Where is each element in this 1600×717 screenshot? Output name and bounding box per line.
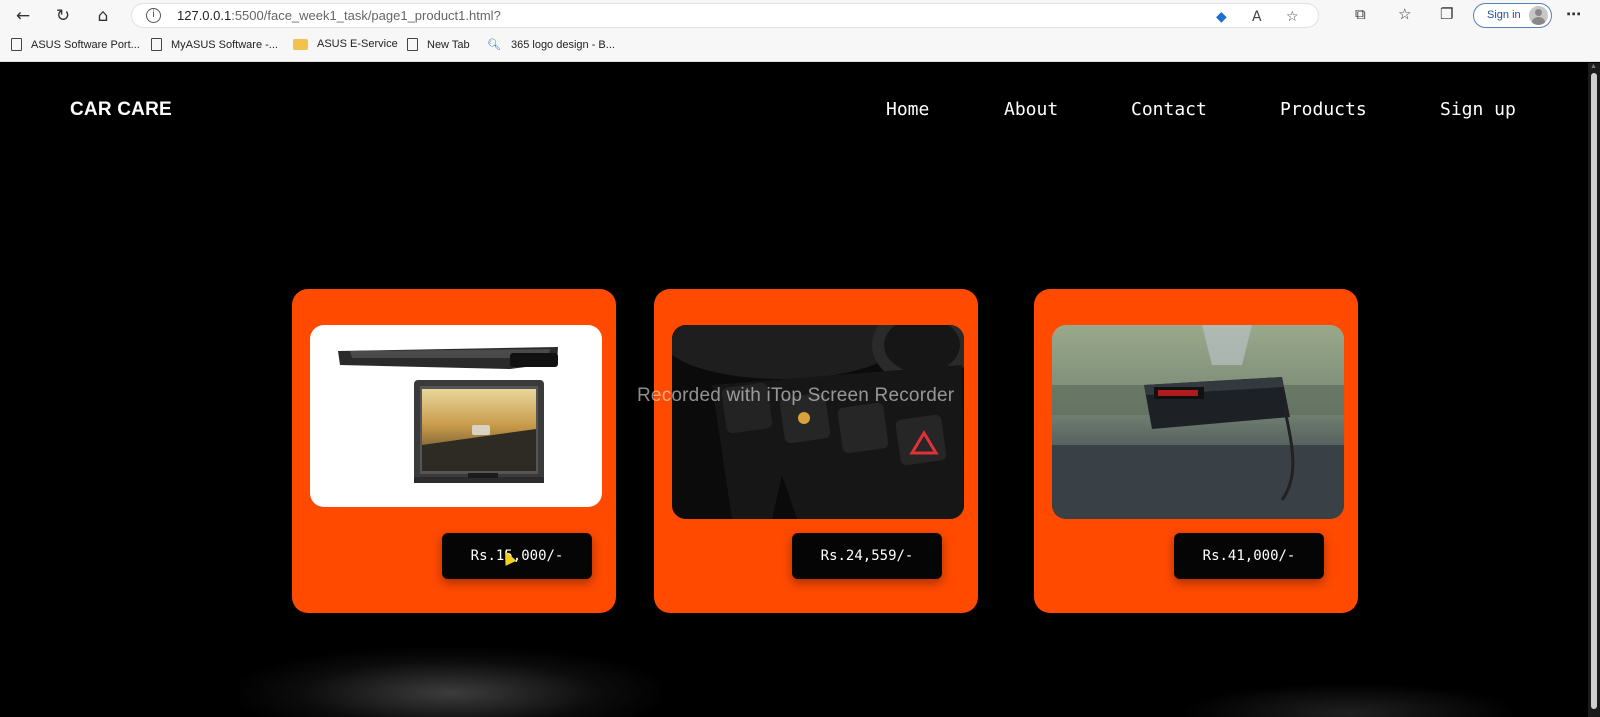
page-icon (407, 38, 418, 51)
price-button[interactable]: Rs.41,000/- (1174, 533, 1324, 579)
add-favorite-icon[interactable]: ☆ (1286, 9, 1299, 25)
product-image-car-monitor (310, 325, 602, 507)
search-icon: 🔍︎ (487, 38, 501, 51)
bookmark-label: New Tab (427, 38, 470, 51)
bookmark-label: ASUS E-Service (317, 38, 398, 50)
page-content: CAR CARE Home About Contact Products Sig… (0, 63, 1588, 717)
car-monitor-illustration (338, 347, 558, 483)
nav-products[interactable]: Products (1280, 99, 1367, 120)
scrollbar-thumb[interactable] (1591, 73, 1597, 709)
collections-icon[interactable]: ❐ (1440, 5, 1453, 23)
address-bar[interactable]: i 127.0.0.1:5500/face_week1_task/page1_p… (131, 3, 1319, 28)
browser-toolbar: ← ↻ ⌂ i 127.0.0.1:5500/face_week1_task/p… (0, 0, 1600, 31)
nav-home[interactable]: Home (886, 99, 929, 120)
product-card: Rs.15,000/- (292, 289, 616, 613)
nav-contact[interactable]: Contact (1131, 99, 1207, 120)
bookmark-item[interactable]: ASUS E-Service (293, 38, 398, 50)
recorder-watermark: Recorded with iTop Screen Recorder (637, 385, 955, 406)
address-url[interactable]: 127.0.0.1:5500/face_week1_task/page1_pro… (177, 8, 501, 23)
product-card: Rs.41,000/- (1034, 289, 1358, 613)
reload-icon[interactable]: ↻ (51, 4, 75, 28)
tag-icon[interactable]: ◆ (1216, 9, 1227, 25)
radar-detector-illustration (1052, 325, 1344, 519)
sign-in-label: Sign in (1487, 9, 1521, 21)
site-info-icon[interactable]: i (146, 8, 161, 23)
product-card: Rs.24,559/- (654, 289, 978, 613)
nav-sign-up[interactable]: Sign up (1440, 99, 1516, 120)
back-icon[interactable]: ← (11, 4, 35, 28)
browser-chrome: ← ↻ ⌂ i 127.0.0.1:5500/face_week1_task/p… (0, 0, 1600, 62)
dashboard-buttons-illustration (672, 325, 964, 519)
bookmark-item[interactable]: MyASUS Software -... (151, 38, 278, 51)
read-aloud-icon[interactable]: A (1252, 9, 1262, 25)
folder-icon (293, 38, 308, 50)
nav-about[interactable]: About (1004, 99, 1058, 120)
scroll-up-icon[interactable]: ▲ (1590, 63, 1597, 70)
page-scrollbar[interactable]: ▲ (1588, 63, 1600, 717)
sign-in-button[interactable]: Sign in (1473, 3, 1552, 28)
avatar (1529, 6, 1548, 25)
extensions-icon[interactable]: ⧉ (1355, 5, 1366, 23)
price-button[interactable]: Rs.24,559/- (792, 533, 942, 579)
product-image-dashboard-buttons (672, 325, 964, 519)
background-smoke (1180, 683, 1520, 717)
url-host: 127.0.0.1 (177, 8, 232, 23)
bookmark-label: MyASUS Software -... (171, 38, 278, 51)
page-icon (151, 38, 162, 51)
bookmark-item[interactable]: New Tab (407, 38, 470, 51)
url-path: :5500/face_week1_task/page1_product1.htm… (231, 8, 501, 23)
home-icon[interactable]: ⌂ (91, 4, 115, 28)
product-image-radar-detector (1052, 325, 1344, 519)
more-menu-icon[interactable]: ⋯ (1566, 5, 1581, 23)
bookmark-item[interactable]: ASUS Software Port... (11, 38, 140, 51)
bookmark-label: ASUS Software Port... (31, 38, 140, 51)
site-logo[interactable]: CAR CARE (70, 99, 172, 121)
bookmark-item[interactable]: 🔍︎ 365 logo design - B... (487, 38, 615, 51)
price-button[interactable]: Rs.15,000/- (442, 533, 592, 579)
bookmarks-bar: ASUS Software Port... MyASUS Software -.… (0, 33, 1600, 59)
page-icon (11, 38, 22, 51)
bookmark-label: 365 logo design - B... (510, 38, 615, 51)
background-smoke (240, 648, 660, 717)
favorites-icon[interactable]: ☆ (1398, 5, 1411, 23)
